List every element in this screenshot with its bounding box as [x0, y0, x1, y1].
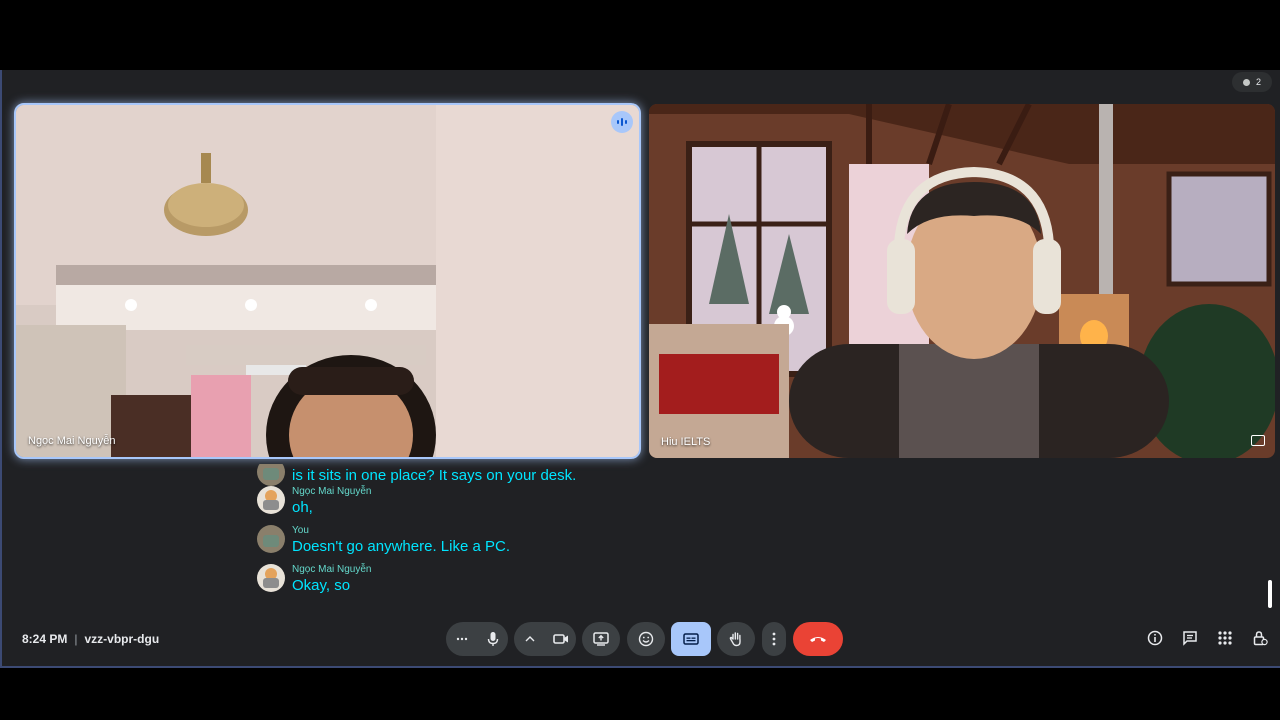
hand-icon [729, 632, 741, 647]
video-feed-ngoc-mai [16, 105, 639, 457]
video-tile-hiu-ielts[interactable]: Hiu IELTS [649, 104, 1275, 458]
speaking-indicator-icon [611, 111, 633, 133]
meet-window: 2 Ngọc Mai Nguyễn Hiu IELTS is it sits i… [0, 70, 1280, 668]
avatar [257, 525, 285, 553]
present-button[interactable] [582, 622, 620, 656]
host-controls-lock-icon[interactable] [1252, 630, 1268, 646]
caption-row: You Doesn't go anywhere. Like a PC. [257, 525, 957, 564]
pin-icon[interactable] [1251, 435, 1265, 446]
video-feed-hiu-ielts [649, 104, 1275, 458]
captions-button[interactable] [671, 622, 711, 656]
emoji-icon [638, 631, 654, 647]
activities-icon[interactable] [1217, 630, 1233, 646]
chevron-up-icon[interactable] [514, 622, 545, 656]
hang-up-icon [810, 637, 826, 642]
caption-row: is it sits in one place? It says on your… [257, 464, 957, 486]
closed-captions-icon [683, 633, 699, 645]
more-audio-options-icon[interactable] [446, 622, 477, 656]
caption-text: Okay, so [292, 577, 351, 594]
raise-hand-button[interactable] [717, 622, 755, 656]
caption-row: Ngọc Mai Nguyễn Okay, so [257, 564, 957, 603]
divider: | [74, 632, 78, 646]
participant-name: Hiu IELTS [661, 436, 711, 448]
reactions-button[interactable] [627, 622, 665, 656]
caption-row: Ngọc Mai Nguyễn oh, [257, 486, 957, 525]
people-icon [1242, 78, 1250, 86]
control-bar: 8:24 PM | vzz-vbpr-dgu [2, 622, 1280, 658]
caption-text: Doesn't go anywhere. Like a PC. [292, 538, 510, 555]
avatar [257, 464, 285, 486]
avatar [257, 486, 285, 514]
caption-speaker: Ngọc Mai Nguyễn [292, 486, 372, 497]
participant-name: Ngọc Mai Nguyễn [28, 435, 116, 447]
audio-controls [446, 622, 508, 656]
present-screen-icon [593, 632, 609, 646]
caption-text: is it sits in one place? It says on your… [292, 467, 577, 484]
video-controls [514, 622, 576, 656]
captions-panel: is it sits in one place? It says on your… [257, 464, 957, 603]
caption-speaker: Ngọc Mai Nguyễn [292, 564, 372, 575]
chat-icon[interactable] [1182, 630, 1198, 646]
caption-speaker: You [292, 525, 309, 536]
leave-call-button[interactable] [793, 622, 843, 656]
caption-text: oh, [292, 499, 313, 516]
more-vert-icon [772, 632, 776, 646]
participants-indicator[interactable]: 2 [1232, 72, 1272, 92]
captions-scrollbar[interactable] [1268, 580, 1272, 608]
meeting-info: 8:24 PM | vzz-vbpr-dgu [22, 632, 159, 646]
meeting-time: 8:24 PM [22, 632, 68, 646]
info-icon[interactable] [1147, 630, 1163, 646]
right-controls [1147, 630, 1268, 646]
participant-count: 2 [1255, 77, 1261, 87]
avatar [257, 564, 285, 592]
microphone-icon[interactable] [477, 622, 508, 656]
more-options-button[interactable] [762, 622, 786, 656]
camera-icon[interactable] [545, 622, 576, 656]
video-tile-ngoc-mai[interactable]: Ngọc Mai Nguyễn [14, 103, 641, 459]
meeting-code[interactable]: vzz-vbpr-dgu [84, 632, 159, 646]
